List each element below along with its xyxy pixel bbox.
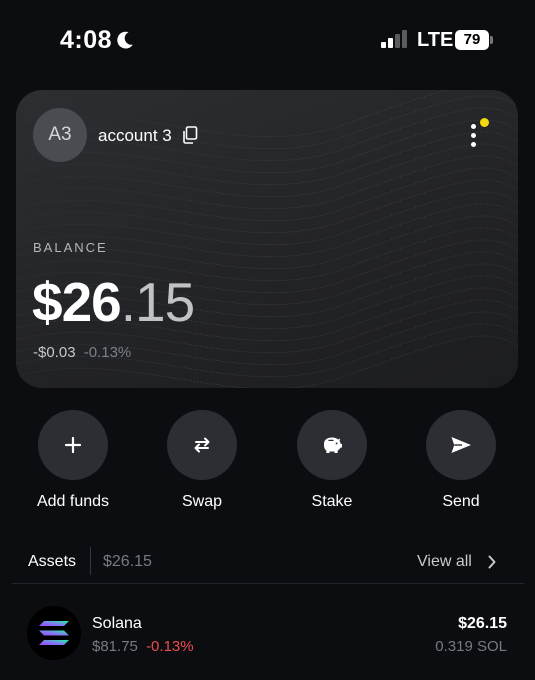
assets-header: Assets $26.15 View all — [0, 540, 535, 584]
stake-circle[interactable] — [297, 410, 367, 480]
solana-logo-glyph — [39, 621, 69, 645]
asset-row-solana[interactable]: Solana $81.75 -0.13% $26.15 0.319 SOL — [0, 600, 535, 670]
balance-card[interactable]: A3 account 3 BALANCE $26.15 -$0.03 -0.13… — [16, 90, 518, 388]
notification-dot — [480, 118, 489, 127]
swap-label: Swap — [181, 493, 223, 510]
signal-icon — [381, 30, 407, 48]
menu-dot — [471, 142, 476, 147]
stake-button[interactable]: Stake — [277, 410, 387, 520]
battery-tip — [490, 36, 493, 44]
send-circle[interactable] — [426, 410, 496, 480]
status-bar: 4:08 LTE 79 — [0, 0, 535, 80]
token-name: Solana — [92, 615, 142, 632]
wallet-home-screen: 4:08 LTE 79 A3 account 3 BALANCE $26.15 … — [0, 0, 535, 680]
assets-title: Assets — [28, 553, 77, 570]
view-all-link[interactable]: View all — [417, 553, 472, 571]
balance-change: -$0.03 -0.13% — [33, 344, 131, 361]
send-label: Send — [442, 493, 480, 510]
token-price: $81.75 — [92, 638, 138, 655]
swap-circle[interactable] — [167, 410, 237, 480]
account-avatar[interactable]: A3 — [33, 108, 87, 162]
plus-icon — [64, 436, 82, 454]
assets-divider — [90, 547, 91, 575]
chevron-right-icon[interactable] — [487, 554, 497, 570]
account-name[interactable]: account 3 — [98, 126, 172, 146]
swap-icon — [194, 437, 210, 453]
token-price-row: $81.75 -0.13% — [92, 638, 194, 655]
token-amount: 0.319 SOL — [435, 638, 507, 655]
balance-decimal: .15 — [120, 271, 195, 333]
more-vertical-icon[interactable] — [464, 114, 492, 150]
network-type: LTE — [417, 29, 454, 51]
assets-total: $26.15 — [103, 553, 152, 570]
change-amount: -$0.03 — [33, 344, 76, 361]
add-funds-circle[interactable] — [38, 410, 108, 480]
send-button[interactable]: Send — [406, 410, 516, 520]
solana-logo-icon — [27, 606, 81, 660]
assets-separator — [12, 583, 524, 584]
menu-dot — [471, 124, 476, 129]
balance-label: BALANCE — [33, 240, 108, 255]
moon-icon — [117, 31, 133, 49]
change-percent: -0.13% — [83, 344, 132, 361]
status-time: 4:08 — [60, 26, 113, 54]
menu-dot — [471, 133, 476, 138]
swap-button[interactable]: Swap — [147, 410, 257, 520]
battery-percent: 79 — [463, 31, 481, 48]
battery-icon: 79 — [455, 30, 494, 50]
balance-amount: $26.15 — [32, 270, 195, 334]
balance-integer: $26 — [32, 271, 122, 333]
stake-label: Stake — [311, 493, 353, 510]
piggy-bank-icon — [324, 437, 342, 453]
token-value: $26.15 — [458, 615, 507, 632]
add-funds-button[interactable]: Add funds — [18, 410, 128, 520]
copy-icon[interactable] — [182, 126, 198, 144]
add-funds-label: Add funds — [36, 493, 110, 510]
send-icon — [451, 437, 471, 453]
token-change: -0.13% — [146, 638, 194, 655]
